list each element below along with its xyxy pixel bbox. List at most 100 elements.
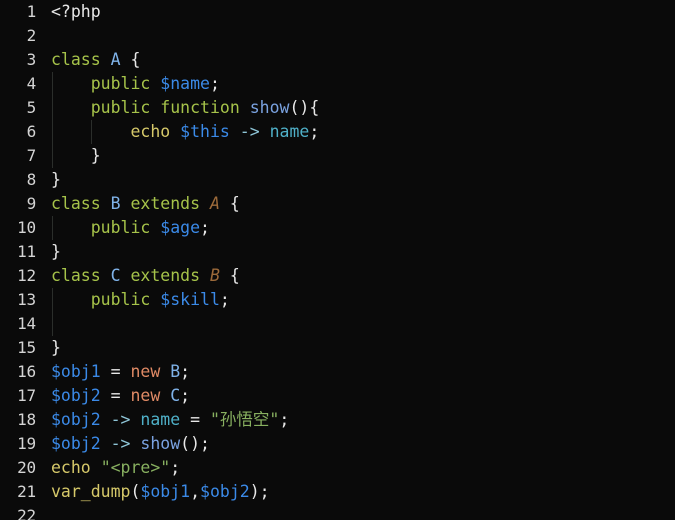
line-number: 7 [26, 146, 37, 165]
code-token: (){ [289, 98, 320, 117]
code-token: ; [200, 218, 210, 237]
code-token: ; [180, 386, 191, 405]
code-token: name [269, 122, 310, 141]
code-token: show [140, 434, 181, 453]
code-token: $name [160, 74, 210, 93]
code-line[interactable]: $obj2 = new C; [38, 384, 675, 408]
line-number: 4 [26, 74, 37, 93]
code-token: ; [209, 74, 220, 93]
line-number: 19 [17, 434, 36, 453]
code-editor[interactable]: 1 2 3 4 5 6 7 8 9 10 11 12 13 14 15 16 17 18 19 20 21 22 <?ph… [0, 0, 675, 520]
code-line[interactable]: <?php [38, 0, 675, 24]
code-line[interactable]: $obj2 -> name = "孙悟空"; [38, 408, 675, 432]
line-number: 13 [17, 290, 36, 309]
code-token: $obj2 [200, 482, 250, 501]
code-line[interactable]: $obj1 = new B; [38, 360, 675, 384]
code-token: (); [180, 434, 210, 453]
code-token: var_dump [51, 482, 131, 501]
line-number: 8 [26, 170, 37, 189]
code-line[interactable]: public function show(){ [38, 96, 675, 120]
code-line[interactable] [38, 504, 675, 520]
line-number: 11 [17, 242, 36, 261]
code-token: B [170, 362, 181, 381]
code-token: } [90, 146, 101, 165]
code-line[interactable]: class B extends A { [38, 192, 675, 216]
code-token: , [190, 482, 201, 501]
code-token: echo [130, 122, 171, 141]
code-token: } [51, 338, 61, 357]
line-number: 5 [26, 98, 37, 117]
code-token: C [110, 266, 121, 285]
code-line[interactable]: $obj2 -> show(); [38, 432, 675, 456]
line-number: 22 [17, 506, 36, 520]
code-token: A [209, 194, 220, 213]
code-token: B [209, 266, 220, 285]
code-line[interactable]: } [38, 240, 675, 264]
code-line[interactable]: echo $this -> name; [38, 120, 675, 144]
code-token: $obj2 [51, 434, 101, 453]
line-number: 12 [17, 266, 36, 285]
code-line[interactable]: } [38, 168, 675, 192]
code-token: extends [130, 194, 201, 213]
line-number: 15 [17, 338, 36, 357]
code-line[interactable] [38, 312, 675, 336]
code-line[interactable]: echo "<pre>"; [38, 456, 675, 480]
line-number: 17 [17, 386, 36, 405]
code-line[interactable]: var_dump($obj1,$obj2); [38, 480, 675, 504]
code-token: public [90, 98, 151, 117]
line-number: 6 [26, 122, 37, 141]
code-line[interactable]: public $age; [38, 216, 675, 240]
code-line[interactable]: class A { [38, 48, 675, 72]
code-token: ; [219, 290, 230, 309]
code-line[interactable]: public $name; [38, 72, 675, 96]
code-line[interactable]: public $skill; [38, 288, 675, 312]
line-number: 18 [17, 410, 36, 429]
code-token: $age [160, 218, 201, 237]
code-line[interactable]: class C extends B { [38, 264, 675, 288]
code-token: public [90, 74, 151, 93]
code-line[interactable] [38, 24, 675, 48]
code-line[interactable]: } [38, 336, 675, 360]
line-number: 1 [26, 2, 37, 21]
code-token: extends [130, 266, 201, 285]
code-line[interactable]: } [38, 144, 675, 168]
code-token: ; [279, 410, 290, 429]
code-token: $skill [160, 290, 220, 309]
code-token: ( [130, 482, 141, 501]
code-token: ; [170, 458, 181, 477]
code-token: { [229, 266, 240, 285]
code-token: } [51, 242, 61, 261]
line-number: 21 [17, 482, 36, 501]
code-token: A [110, 50, 121, 69]
code-content-area[interactable]: <?php class A { public $name; public func… [38, 0, 675, 520]
code-token: "孙悟空" [209, 410, 280, 429]
line-number: 10 [17, 218, 36, 237]
code-token: { [229, 194, 240, 213]
